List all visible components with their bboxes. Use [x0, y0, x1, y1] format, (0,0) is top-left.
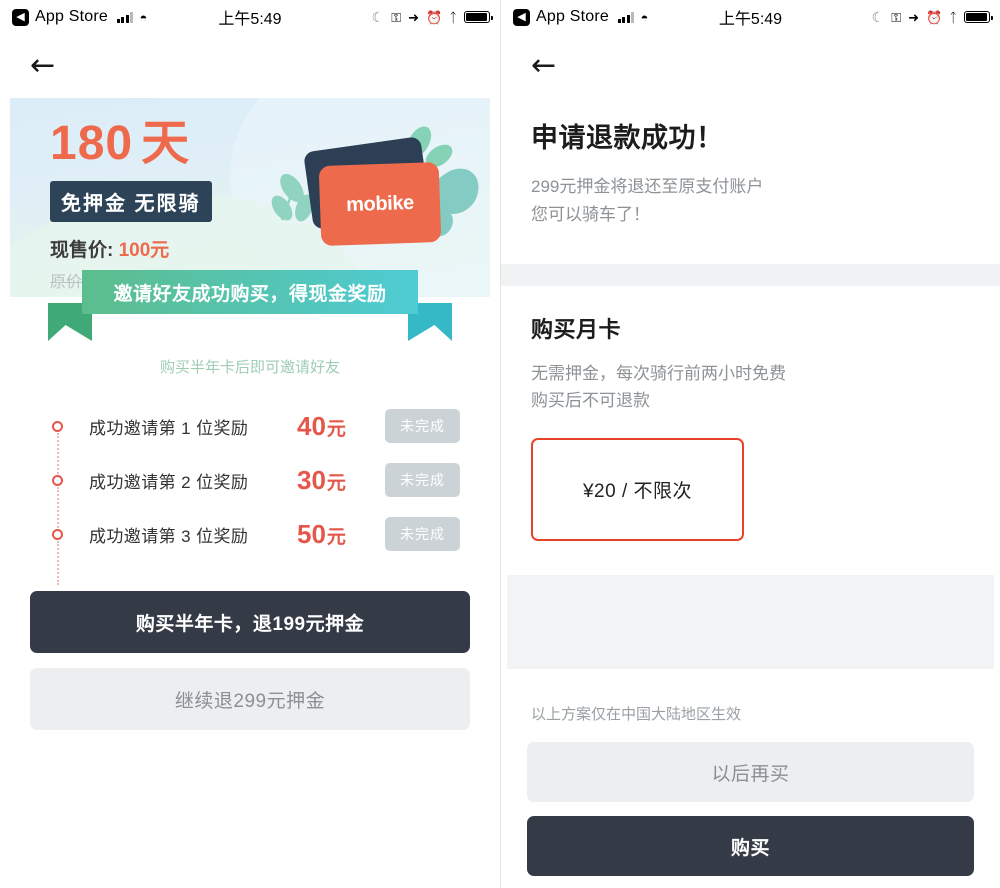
timeline-dot-icon — [52, 528, 63, 540]
table-row: 成功邀请第 2 位奖励 30元 未完成 — [52, 453, 490, 531]
section-description-line-2: 购买后不可退款 — [531, 391, 650, 411]
back-arrow-icon[interactable]: ← — [30, 51, 55, 81]
alarm-clock-icon: ⏰ — [926, 9, 943, 25]
status-bar-app-name: App Store — [536, 8, 609, 25]
page-title: 申请退款成功！ — [531, 123, 724, 153]
reward-list: 成功邀请第 1 位奖励 40元 未完成 成功邀请第 2 位奖励 30元 未完成 … — [10, 377, 490, 585]
promo-current-price: 现售价: 100元 — [50, 235, 490, 262]
wifi-icon: ◓ — [139, 9, 148, 25]
battery-full-icon — [964, 11, 993, 23]
status-badge: 未完成 — [385, 409, 460, 443]
buy-half-year-card-button[interactable]: 购买半年卡，退199元押金 — [30, 591, 470, 653]
rotation-lock-icon: ⚿ — [391, 9, 402, 25]
right-screen: ◀ App Store ◓ 上午5:49 ☾ ⚿ ➜ ⏰ ᛏ ← 申请退款成功！… — [500, 0, 1000, 888]
section-description: 无需押金，每次骑行前两小时免费 购买后不可退款 — [531, 360, 970, 414]
invite-subtitle: 购买半年卡后即可邀请好友 — [159, 359, 340, 376]
signal-bars-icon — [617, 11, 635, 23]
refund-success-subtext: 299元押金将退还至原支付账户 您可以骑车了！ — [531, 173, 970, 228]
promo-duration-number: 180 — [50, 117, 134, 170]
reward-amount-unit: 元 — [326, 526, 346, 548]
empty-placeholder-band — [507, 575, 994, 670]
left-action-buttons: 购买半年卡，退199元押金 继续退299元押金 — [0, 567, 500, 730]
reward-amount-unit: 元 — [326, 418, 346, 440]
reward-amount: 40元 — [297, 411, 346, 442]
nav-bar-right: ← — [501, 34, 1000, 98]
promo-duration: 180 天 — [50, 120, 490, 168]
chevron-left-icon: ◀ — [12, 8, 29, 26]
battery-full-icon — [464, 11, 493, 23]
status-bar-indicators: ☾ ⚿ ➜ ⏰ ᛏ — [871, 9, 993, 25]
continue-refund-deposit-button[interactable]: 继续退299元押金 — [30, 668, 470, 730]
reward-amount-unit: 元 — [326, 472, 346, 494]
right-action-buttons: 以后再买 购买 — [501, 724, 1000, 877]
reward-label: 成功邀请第 3 位奖励 — [89, 526, 249, 546]
buy-later-button[interactable]: 以后再买 — [527, 742, 974, 803]
chevron-left-icon: ◀ — [513, 8, 530, 26]
timeline-dot-icon — [52, 420, 63, 432]
bluetooth-icon: ᛏ — [949, 9, 957, 25]
left-screen: ◀ App Store ◓ 上午5:49 ☾ ⚿ ➜ ⏰ ᛏ ← mobike … — [0, 0, 500, 888]
purchase-button[interactable]: 购买 — [527, 816, 974, 877]
status-badge: 未完成 — [385, 463, 460, 497]
status-bar-right: ◀ App Store ◓ 上午5:49 ☾ ⚿ ➜ ⏰ ᛏ — [501, 0, 1000, 34]
reward-amount-number: 40 — [297, 410, 326, 441]
reward-amount: 30元 — [297, 465, 346, 496]
alarm-clock-icon: ⏰ — [426, 9, 443, 25]
table-row: 成功邀请第 1 位奖励 40元 未完成 — [52, 399, 490, 477]
reward-amount: 50元 — [297, 519, 346, 550]
status-bar-left: ◀ App Store ◓ 上午5:49 ☾ ⚿ ➜ ⏰ ᛏ — [0, 0, 500, 34]
purchase-monthly-card-section: 购买月卡 无需押金，每次骑行前两小时免费 购买后不可退款 ¥20 / 不限次 — [501, 286, 1000, 576]
refund-subtext-line-2: 您可以骑车了！ — [531, 204, 650, 224]
back-arrow-icon[interactable]: ← — [531, 51, 556, 81]
section-description-line-1: 无需押金，每次骑行前两小时免费 — [531, 364, 786, 384]
timeline-connector — [56, 541, 59, 585]
bluetooth-icon: ᛏ — [449, 9, 457, 25]
reward-amount-number: 50 — [297, 518, 326, 549]
timeline-dot-icon — [52, 474, 63, 486]
section-divider — [501, 264, 1000, 287]
moon-icon: ☾ — [371, 9, 385, 25]
promo-price-value: 100元 — [118, 240, 170, 261]
table-row: 成功邀请第 3 位奖励 50元 未完成 — [52, 507, 490, 585]
plan-option-card[interactable]: ¥20 / 不限次 — [531, 438, 744, 542]
signal-bars-icon — [116, 11, 134, 23]
status-bar-back-app[interactable]: ◀ App Store ◓ — [12, 8, 147, 26]
promo-price-label: 现售价: — [50, 240, 119, 261]
rotation-lock-icon: ⚿ — [891, 9, 902, 25]
invite-ribbon-wrap: 邀请好友成功购买，得现金奖励 — [10, 270, 490, 341]
status-bar-indicators: ☾ ⚿ ➜ ⏰ ᛏ — [371, 9, 493, 25]
status-bar-back-app[interactable]: ◀ App Store ◓ — [513, 8, 648, 26]
nav-bar-left: ← — [0, 34, 500, 98]
dual-screenshot-container: ◀ App Store ◓ 上午5:49 ☾ ⚿ ➜ ⏰ ᛏ ← mobike … — [0, 0, 1000, 888]
reward-label: 成功邀请第 2 位奖励 — [89, 472, 249, 492]
promo-duration-unit: 天 — [141, 117, 191, 170]
reward-label: 成功邀请第 1 位奖励 — [89, 418, 249, 438]
section-title: 购买月卡 — [531, 317, 622, 343]
wifi-icon: ◓ — [640, 9, 649, 25]
refund-subtext-line-1: 299元押金将退还至原支付账户 — [531, 177, 764, 196]
status-badge: 未完成 — [385, 517, 460, 551]
reward-amount-number: 30 — [297, 464, 326, 495]
location-arrow-icon: ➜ — [908, 9, 919, 25]
region-footnote: 以上方案仅在中国大陆地区生效 — [531, 706, 742, 724]
status-bar-app-name: App Store — [35, 8, 108, 25]
refund-success-header: 申请退款成功！ 299元押金将退还至原支付账户 您可以骑车了！ — [501, 98, 1000, 265]
location-arrow-icon: ➜ — [408, 9, 419, 25]
promo-badge: 免押金 无限骑 — [50, 181, 212, 222]
invite-ribbon-title: 邀请好友成功购买，得现金奖励 — [82, 270, 418, 314]
moon-icon: ☾ — [871, 9, 885, 25]
invite-rewards-panel: 邀请好友成功购买，得现金奖励 购买半年卡后即可邀请好友 成功邀请第 1 位奖励 … — [10, 270, 490, 585]
